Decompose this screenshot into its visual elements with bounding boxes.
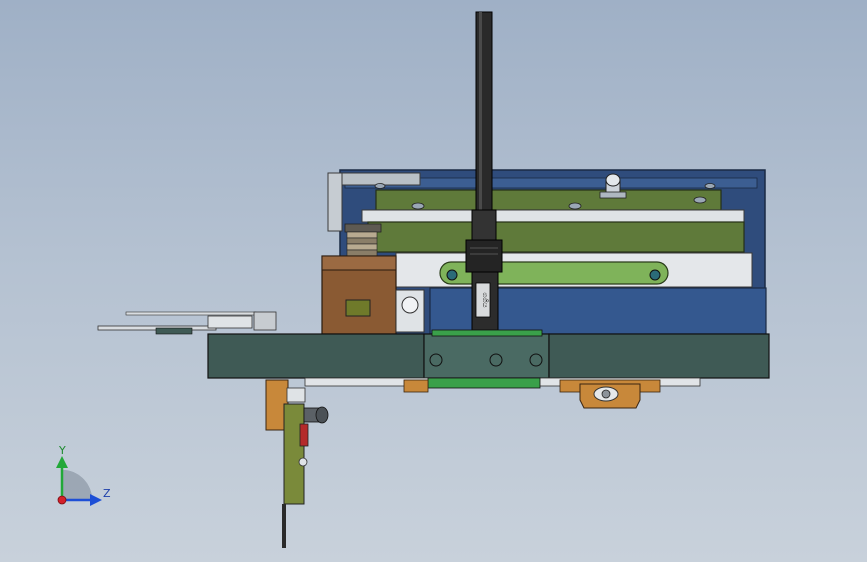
underside-rail[interactable]: [304, 377, 701, 393]
guide-rail[interactable]: [395, 252, 753, 288]
triad-y-label: Y: [58, 444, 66, 457]
coordinate-triad: Y Z: [56, 444, 111, 506]
base-plate[interactable]: [207, 329, 770, 379]
z-axis-arrowhead: [90, 494, 102, 506]
cad-viewport[interactable]: ගගිය Y Z: [0, 0, 867, 562]
hanging-arm[interactable]: [265, 379, 329, 548]
orange-clamp[interactable]: [579, 383, 641, 409]
assembly-model[interactable]: ගගිය Y Z: [0, 0, 867, 562]
left-tray[interactable]: [97, 311, 277, 335]
triad-z-label: Z: [103, 487, 111, 500]
y-axis-arrowhead: [56, 456, 68, 468]
spring[interactable]: [344, 223, 382, 257]
x-axis-dot: [57, 495, 67, 505]
olive-plate-top[interactable]: [361, 189, 745, 253]
triad-quadrant: [61, 469, 93, 501]
cable-label: ගගිය: [481, 292, 489, 307]
